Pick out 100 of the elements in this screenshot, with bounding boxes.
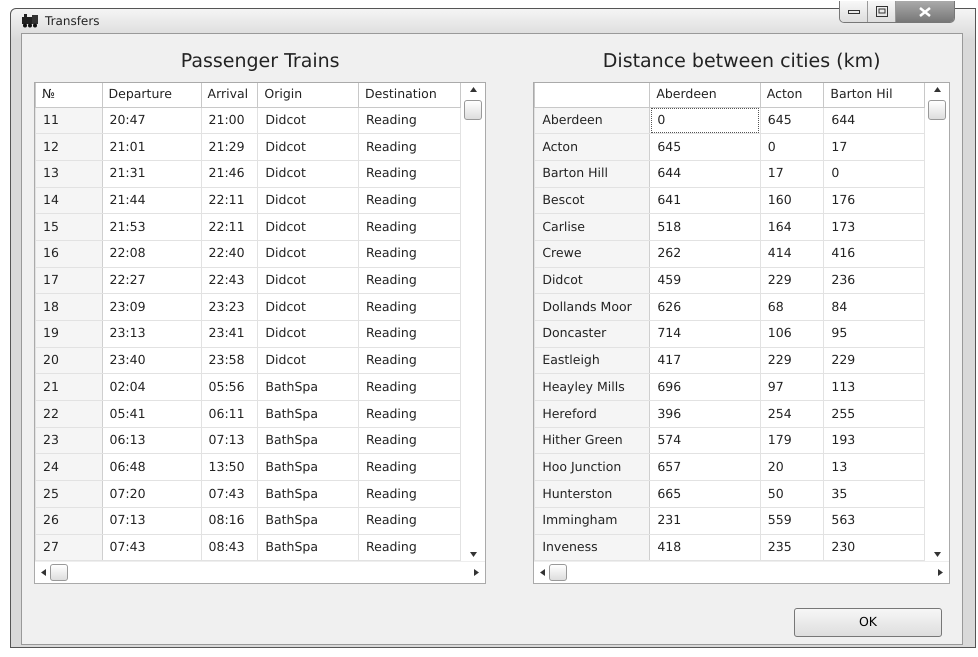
table-cell: Didcot	[258, 160, 359, 188]
minimize-button[interactable]	[840, 1, 868, 22]
table-cell: 22:08	[102, 240, 202, 268]
table-cell: 113	[824, 374, 924, 401]
row-header[interactable]: 25	[36, 480, 102, 508]
row-header[interactable]: Acton	[534, 134, 650, 160]
row-header[interactable]: Inveness	[534, 534, 650, 561]
table-cell: 22:40	[201, 240, 258, 268]
table-cell: Reading	[358, 294, 461, 320]
row-header[interactable]: 24	[36, 454, 102, 481]
row-header[interactable]: Carlise	[534, 214, 650, 240]
table-cell: 459	[650, 267, 760, 294]
table-cell: 21:53	[102, 214, 202, 240]
row-header[interactable]: Bescot	[534, 187, 650, 214]
table-cell: 35	[824, 480, 924, 508]
row-header[interactable]: Dollands Moor	[534, 294, 650, 320]
table-cell: 176	[824, 187, 924, 214]
row-header[interactable]: 15	[36, 214, 102, 240]
table-cell: Didcot	[258, 214, 359, 240]
row-header[interactable]: Eastleigh	[534, 347, 650, 374]
column-header[interactable]: Aberdeen	[650, 83, 760, 107]
table-cell: 255	[824, 400, 924, 428]
row-header[interactable]: 27	[36, 534, 102, 561]
table-cell: 236	[824, 267, 924, 294]
close-button[interactable]	[896, 1, 954, 22]
scroll-right-arrow-icon[interactable]	[938, 569, 943, 576]
scroll-up-arrow-icon[interactable]	[470, 87, 477, 92]
table-cell: 414	[760, 240, 824, 268]
table-cell: 21:00	[201, 107, 258, 134]
table-cell: 95	[824, 320, 924, 348]
row-header[interactable]: Barton Hill	[534, 160, 650, 188]
row-header[interactable]: Doncaster	[534, 320, 650, 348]
table-cell: 173	[824, 214, 924, 240]
table-cell: Reading	[358, 454, 461, 481]
table-cell: 23:58	[201, 347, 258, 374]
scroll-up-arrow-icon[interactable]	[934, 87, 940, 92]
row-header[interactable]: Crewe	[534, 240, 650, 268]
row-header[interactable]: Hither Green	[534, 427, 650, 454]
row-header[interactable]: 11	[36, 107, 102, 134]
row-header[interactable]: 18	[36, 294, 102, 320]
row-header[interactable]: Aberdeen	[534, 107, 650, 134]
table-cell: Didcot	[258, 240, 359, 268]
table-cell: Reading	[358, 534, 461, 561]
row-header[interactable]: 22	[36, 400, 102, 428]
row-header[interactable]: 17	[36, 267, 102, 294]
row-header[interactable]: 13	[36, 160, 102, 188]
scrollbar-thumb[interactable]	[928, 100, 946, 120]
ok-button[interactable]: OK	[794, 608, 942, 638]
row-header[interactable]: Didcot	[534, 267, 650, 294]
column-header[interactable]: Barton Hil	[824, 83, 924, 107]
minimize-icon	[848, 8, 860, 14]
column-header[interactable]: Destination	[358, 83, 461, 107]
table-cell: 396	[650, 400, 760, 428]
panel-title: Distance between cities (km)	[602, 49, 882, 74]
table-cell: 23:09	[102, 294, 202, 320]
row-header[interactable]: 26	[36, 507, 102, 534]
row-header[interactable]: 23	[36, 427, 102, 454]
maximize-button[interactable]	[868, 1, 896, 22]
column-header[interactable]: Origin	[258, 83, 359, 107]
scrollbar-thumb[interactable]	[464, 100, 482, 120]
scroll-left-arrow-icon[interactable]	[540, 569, 546, 576]
table-cell: 06:13	[102, 427, 202, 454]
table-cell: 563	[824, 507, 924, 534]
table-cell: 518	[650, 214, 760, 240]
table-cell: 645	[650, 134, 760, 160]
row-header[interactable]: Hereford	[534, 400, 650, 428]
column-header[interactable]: Departure	[102, 83, 202, 107]
scrollbar-thumb[interactable]	[549, 564, 568, 582]
column-header[interactable]: Arrival	[201, 83, 258, 107]
row-header[interactable]: 12	[36, 134, 102, 160]
table-cell: Reading	[358, 214, 461, 240]
table-cell: 20:47	[102, 107, 202, 134]
table-cell: 229	[760, 347, 824, 374]
scroll-down-arrow-icon[interactable]	[470, 552, 477, 558]
scroll-down-arrow-icon[interactable]	[934, 552, 940, 558]
table-cell: Reading	[358, 507, 461, 534]
table-cell: Reading	[358, 400, 461, 428]
scroll-left-arrow-icon[interactable]	[41, 569, 46, 576]
row-header[interactable]: Immingham	[534, 507, 650, 534]
scroll-right-arrow-icon[interactable]	[474, 569, 480, 576]
table-cell: BathSpa	[258, 427, 359, 454]
panel-title: Passenger Trains	[180, 49, 341, 74]
table-cell: 230	[824, 534, 924, 561]
row-header[interactable]: Hoo Junction	[534, 454, 650, 481]
table-cell: Reading	[358, 187, 461, 214]
row-header[interactable]: Hunterston	[534, 480, 650, 508]
row-header[interactable]: Heayley Mills	[534, 374, 650, 401]
row-header[interactable]: 16	[36, 240, 102, 268]
table-cell: 22:43	[201, 267, 258, 294]
scrollbar-thumb[interactable]	[50, 564, 68, 582]
column-header[interactable]: №	[36, 83, 102, 107]
row-header[interactable]: 19	[36, 320, 102, 348]
table-cell: 21:44	[102, 187, 202, 214]
table-cell: BathSpa	[258, 374, 359, 401]
table-cell: Reading	[358, 134, 461, 160]
column-header[interactable]: Acton	[760, 83, 824, 107]
row-header[interactable]: 21	[36, 374, 102, 401]
row-header[interactable]: 20	[36, 347, 102, 374]
table-cell: 97	[760, 374, 824, 401]
row-header[interactable]: 14	[36, 187, 102, 214]
